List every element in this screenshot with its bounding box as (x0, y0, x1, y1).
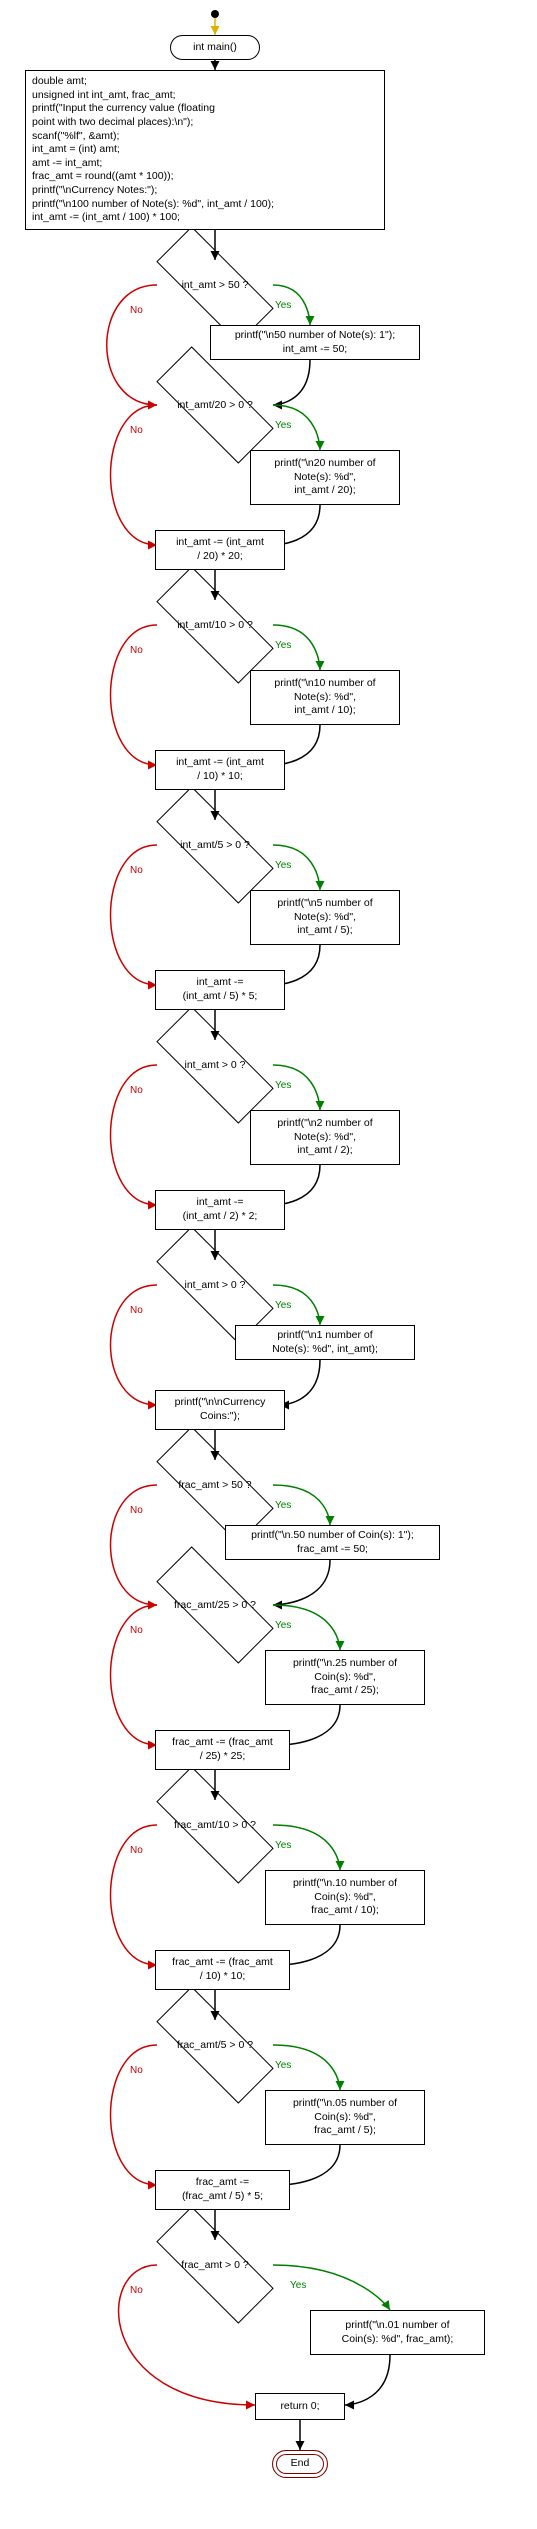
label-no: No (130, 1845, 143, 1856)
terminal-end: End (272, 2450, 328, 2478)
terminal-end-text: End (291, 2457, 310, 2471)
update-int10: int_amt -= (int_amt / 10) * 10; (155, 750, 285, 790)
action-int2: printf("\n2 number of Note(s): %d", int_… (250, 1110, 400, 1165)
decision-int20: int_amt/20 > 0 ? (157, 380, 273, 430)
decision-int5: int_amt/5 > 0 ? (157, 820, 273, 870)
decision-frac1-text: frac_amt > 0 ? (181, 2259, 248, 2271)
decision-frac5: frac_amt/5 > 0 ? (157, 2020, 273, 2070)
action-frac10-text: printf("\n.10 number of Coin(s): %d", fr… (293, 1877, 397, 1918)
update-frac25-text: frac_amt -= (frac_amt / 25) * 25; (172, 1736, 273, 1763)
decision-int10-text: int_amt/10 > 0 ? (177, 619, 253, 631)
action-frac25-text: printf("\n.25 number of Coin(s): %d", fr… (293, 1657, 397, 1698)
label-no: No (130, 1625, 143, 1636)
label-no: No (130, 1505, 143, 1516)
action-frac50-text: printf("\n.50 number of Coin(s): 1"); fr… (251, 1529, 414, 1556)
update-int10-text: int_amt -= (int_amt / 10) * 10; (176, 756, 264, 783)
decision-frac50: frac_amt > 50 ? (157, 1460, 273, 1510)
decision-int1-text: int_amt > 0 ? (185, 1279, 246, 1291)
flowchart: int main() double amt; unsigned int int_… (10, 10, 527, 2519)
label-no: No (130, 305, 143, 316)
action-int50: printf("\n50 number of Note(s): 1"); int… (210, 325, 420, 360)
update-int20: int_amt -= (int_amt / 20) * 20; (155, 530, 285, 570)
action-frac1: printf("\n.01 number of Coin(s): %d", fr… (310, 2310, 485, 2355)
action-frac5: printf("\n.05 number of Coin(s): %d", fr… (265, 2090, 425, 2145)
decision-int20-text: int_amt/20 > 0 ? (177, 399, 253, 411)
decision-frac10: frac_amt/10 > 0 ? (157, 1800, 273, 1850)
action-int20: printf("\n20 number of Note(s): %d", int… (250, 450, 400, 505)
action-int1: printf("\n1 number of Note(s): %d", int_… (235, 1325, 415, 1360)
label-no: No (130, 1085, 143, 1096)
update-frac5-text: frac_amt -= (frac_amt / 5) * 5; (182, 2176, 263, 2203)
update-int2: int_amt -= (int_amt / 2) * 2; (155, 1190, 285, 1230)
action-int1-text: printf("\n1 number of Note(s): %d", int_… (272, 1329, 378, 1356)
label-yes: Yes (275, 1620, 291, 1631)
label-yes: Yes (275, 1500, 291, 1511)
action-frac5-text: printf("\n.05 number of Coin(s): %d", fr… (293, 2097, 397, 2138)
decision-int1: int_amt > 0 ? (157, 1260, 273, 1310)
decision-int5-text: int_amt/5 > 0 ? (180, 839, 250, 851)
decision-int2-text: int_amt > 0 ? (185, 1059, 246, 1071)
label-no: No (130, 865, 143, 876)
action-int5-text: printf("\n5 number of Note(s): %d", int_… (277, 897, 372, 938)
label-yes: Yes (275, 420, 291, 431)
label-yes: Yes (275, 860, 291, 871)
label-yes: Yes (275, 300, 291, 311)
action-int10: printf("\n10 number of Note(s): %d", int… (250, 670, 400, 725)
terminal-main: int main() (170, 35, 260, 60)
label-yes: Yes (275, 1840, 291, 1851)
decision-frac50-text: frac_amt > 50 ? (178, 1479, 251, 1491)
decision-int10: int_amt/10 > 0 ? (157, 600, 273, 650)
action-int50-text: printf("\n50 number of Note(s): 1"); int… (235, 329, 395, 356)
label-yes: Yes (275, 2060, 291, 2071)
terminal-main-text: int main() (193, 41, 237, 55)
label-no: No (130, 425, 143, 436)
action-coins-header-text: printf("\n\nCurrency Coins:"); (175, 1396, 266, 1423)
label-yes: Yes (275, 640, 291, 651)
action-int5: printf("\n5 number of Note(s): %d", int_… (250, 890, 400, 945)
label-yes: Yes (275, 1080, 291, 1091)
code-init-text: double amt; unsigned int int_amt, frac_a… (32, 75, 274, 225)
label-no: No (130, 645, 143, 656)
decision-frac25-text: frac_amt/25 > 0 ? (174, 1599, 256, 1611)
decision-int50: int_amt > 50 ? (157, 260, 273, 310)
return-zero-text: return 0; (280, 2400, 319, 2414)
update-frac10: frac_amt -= (frac_amt / 10) * 10; (155, 1950, 290, 1990)
return-zero: return 0; (255, 2393, 345, 2420)
action-frac25: printf("\n.25 number of Coin(s): %d", fr… (265, 1650, 425, 1705)
decision-frac1: frac_amt > 0 ? (157, 2240, 273, 2290)
action-frac1-text: printf("\n.01 number of Coin(s): %d", fr… (342, 2319, 454, 2346)
action-int10-text: printf("\n10 number of Note(s): %d", int… (274, 677, 375, 718)
decision-frac5-text: frac_amt/5 > 0 ? (177, 2039, 253, 2051)
label-yes: Yes (290, 2280, 306, 2291)
update-int5: int_amt -= (int_amt / 5) * 5; (155, 970, 285, 1010)
label-no: No (130, 2285, 143, 2296)
update-frac10-text: frac_amt -= (frac_amt / 10) * 10; (172, 1956, 273, 1983)
decision-int2: int_amt > 0 ? (157, 1040, 273, 1090)
action-coins-header: printf("\n\nCurrency Coins:"); (155, 1390, 285, 1430)
action-int2-text: printf("\n2 number of Note(s): %d", int_… (277, 1117, 372, 1158)
decision-frac10-text: frac_amt/10 > 0 ? (174, 1819, 256, 1831)
action-frac10: printf("\n.10 number of Coin(s): %d", fr… (265, 1870, 425, 1925)
update-frac5: frac_amt -= (frac_amt / 5) * 5; (155, 2170, 290, 2210)
update-int20-text: int_amt -= (int_amt / 20) * 20; (176, 536, 264, 563)
start-dot (211, 10, 219, 18)
label-no: No (130, 2065, 143, 2076)
update-int5-text: int_amt -= (int_amt / 5) * 5; (183, 976, 258, 1003)
decision-int50-text: int_amt > 50 ? (182, 279, 249, 291)
action-frac50: printf("\n.50 number of Coin(s): 1"); fr… (225, 1525, 440, 1560)
update-int2-text: int_amt -= (int_amt / 2) * 2; (183, 1196, 258, 1223)
update-frac25: frac_amt -= (frac_amt / 25) * 25; (155, 1730, 290, 1770)
decision-frac25: frac_amt/25 > 0 ? (157, 1580, 273, 1630)
label-yes: Yes (275, 1300, 291, 1311)
action-int20-text: printf("\n20 number of Note(s): %d", int… (274, 457, 375, 498)
label-no: No (130, 1305, 143, 1316)
code-init: double amt; unsigned int int_amt, frac_a… (25, 70, 385, 230)
